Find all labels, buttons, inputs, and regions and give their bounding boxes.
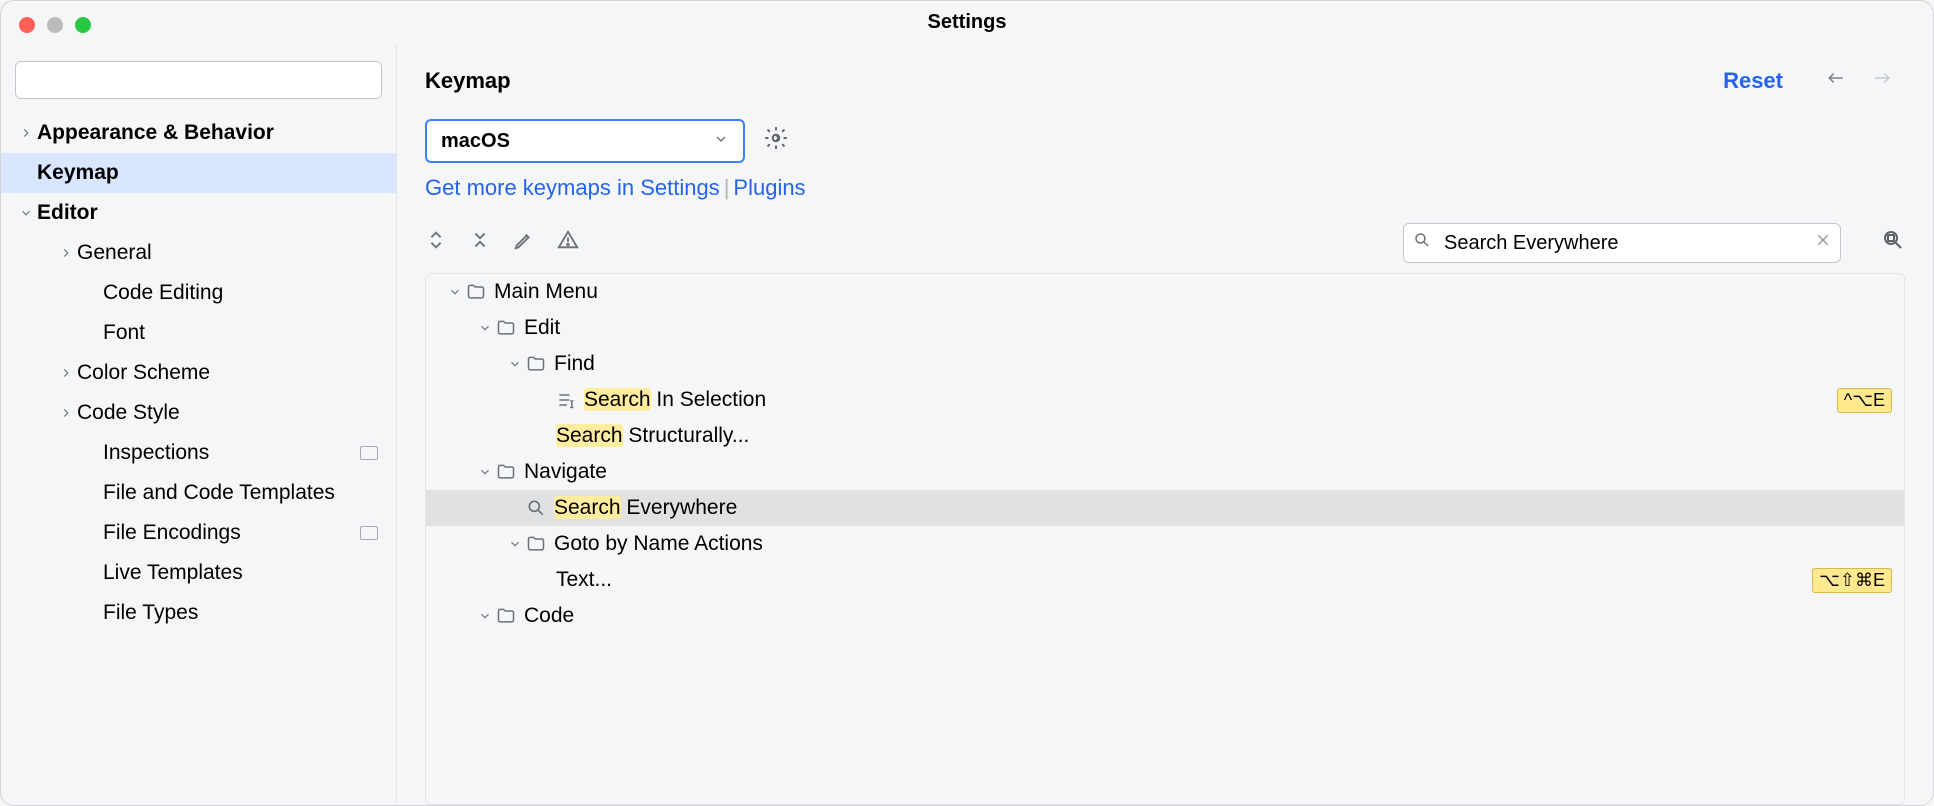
sidebar-item-label: File Encodings [103,521,360,545]
sidebar-item-label: File Types [103,601,396,625]
sidebar-item-label: Font [103,321,396,345]
chevron-down-icon [444,285,466,299]
chevron-right-icon [55,246,77,260]
tree-row[interactable]: Navigate [426,454,1904,490]
sidebar-item-label: Inspections [103,441,360,465]
scheme-icon [360,446,378,460]
folder-icon [466,282,486,302]
keymap-toolbar [397,217,1933,273]
expand-all-button[interactable] [425,229,447,257]
selection-icon [556,390,576,410]
get-more-keymaps-link[interactable]: Get more keymaps in Settings|Plugins [397,173,1933,217]
sidebar-item[interactable]: Font [1,313,396,353]
sidebar-item-label: Appearance & Behavior [37,121,396,145]
settings-search-input[interactable] [15,61,382,99]
sidebar-item[interactable]: Live Templates [1,553,396,593]
tree-row-label: Edit [524,316,1892,340]
tree-row-label: Navigate [524,460,1892,484]
settings-window: Settings Appearance & Behavior Keymap Edit… [0,0,1934,806]
tree-row-label: Search In Selection [584,388,1829,412]
tree-row[interactable]: Text... ⌥⇧⌘E [426,562,1904,598]
sidebar-item[interactable]: File Encodings [1,513,396,553]
sidebar-item[interactable]: Keymap [1,153,396,193]
keymap-gear-button[interactable] [763,125,789,157]
tree-row[interactable]: Search In Selection ^⌥E [426,382,1904,418]
sidebar-item[interactable]: Code Style [1,393,396,433]
sidebar-item-label: Editor [37,201,396,225]
chevron-down-icon [474,321,496,335]
action-search-input[interactable] [1403,223,1841,263]
edit-shortcut-button[interactable] [513,229,535,257]
tree-row[interactable]: Goto by Name Actions [426,526,1904,562]
tree-row[interactable]: Code [426,598,1904,634]
scheme-icon [360,526,378,540]
sidebar-item-label: Code Style [77,401,396,425]
page-title: Keymap [425,68,511,94]
sidebar-item-label: Keymap [37,161,396,185]
folder-icon [496,606,516,626]
collapse-all-button[interactable] [469,229,491,257]
sidebar-item[interactable]: File and Code Templates [1,473,396,513]
sidebar-item[interactable]: Inspections [1,433,396,473]
folder-icon [496,318,516,338]
tree-row-label: Code [524,604,1892,628]
tree-row-label: Main Menu [494,280,1892,304]
sidebar-item[interactable]: Code Editing [1,273,396,313]
sidebar-item-label: Live Templates [103,561,396,585]
search-icon [526,498,546,518]
tree-row-label: Search Structurally... [556,424,1892,448]
page-header: Keymap Reset [397,45,1933,115]
keymap-select[interactable]: macOS [425,119,745,163]
chevron-right-icon [55,406,77,420]
sidebar-item[interactable]: Appearance & Behavior [1,113,396,153]
sidebar-item[interactable]: Color Scheme [1,353,396,393]
chevron-down-icon [15,206,37,220]
main-panel: Keymap Reset macOS [397,45,1933,805]
chevron-right-icon [15,126,37,140]
clear-search-button[interactable] [1815,232,1831,254]
chevron-right-icon [55,366,77,380]
chevron-down-icon [713,130,729,153]
action-search [1403,223,1841,263]
sidebar-item[interactable]: Editor [1,193,396,233]
sidebar-item-label: File and Code Templates [103,481,396,505]
shortcut-badge: ⌥⇧⌘E [1812,568,1892,593]
keymap-select-value: macOS [441,130,510,153]
window-title: Settings [1,11,1933,34]
sidebar-item-label: Code Editing [103,281,396,305]
keymap-selector-row: macOS [397,115,1933,173]
tree-row-label: Text... [556,568,1804,592]
tree-row[interactable]: Find [426,346,1904,382]
sidebar-item[interactable]: File Types [1,593,396,633]
titlebar: Settings [1,1,1933,45]
conflicts-button[interactable] [557,229,579,257]
sidebar-item-label: General [77,241,396,265]
tree-row[interactable]: Main Menu [426,274,1904,310]
tree-row-label: Search Everywhere [554,496,1892,520]
find-by-shortcut-button[interactable] [1881,228,1905,258]
forward-button[interactable] [1859,65,1905,97]
sidebar-item[interactable]: General [1,233,396,273]
tree-row[interactable]: Search Structurally... [426,418,1904,454]
folder-icon [496,462,516,482]
tree-row-label: Find [554,352,1892,376]
folder-icon [526,354,546,374]
chevron-down-icon [504,357,526,371]
tree-row[interactable]: Search Everywhere [426,490,1904,526]
keymap-tree[interactable]: Main MenuEditFindSearch In Selection^⌥ES… [425,273,1905,805]
body: Appearance & Behavior Keymap Editor General… [1,45,1933,805]
back-button[interactable] [1813,65,1859,97]
shortcut-badge: ^⌥E [1837,388,1892,413]
search-icon [1413,231,1431,255]
folder-icon [526,534,546,554]
settings-sidebar: Appearance & Behavior Keymap Editor General… [1,45,397,805]
tree-row-label: Goto by Name Actions [554,532,1892,556]
chevron-down-icon [474,465,496,479]
chevron-down-icon [504,537,526,551]
settings-tree[interactable]: Appearance & Behavior Keymap Editor General… [1,113,396,805]
reset-button[interactable]: Reset [1723,68,1783,94]
tree-row[interactable]: Edit [426,310,1904,346]
sidebar-item-label: Color Scheme [77,361,396,385]
chevron-down-icon [474,609,496,623]
